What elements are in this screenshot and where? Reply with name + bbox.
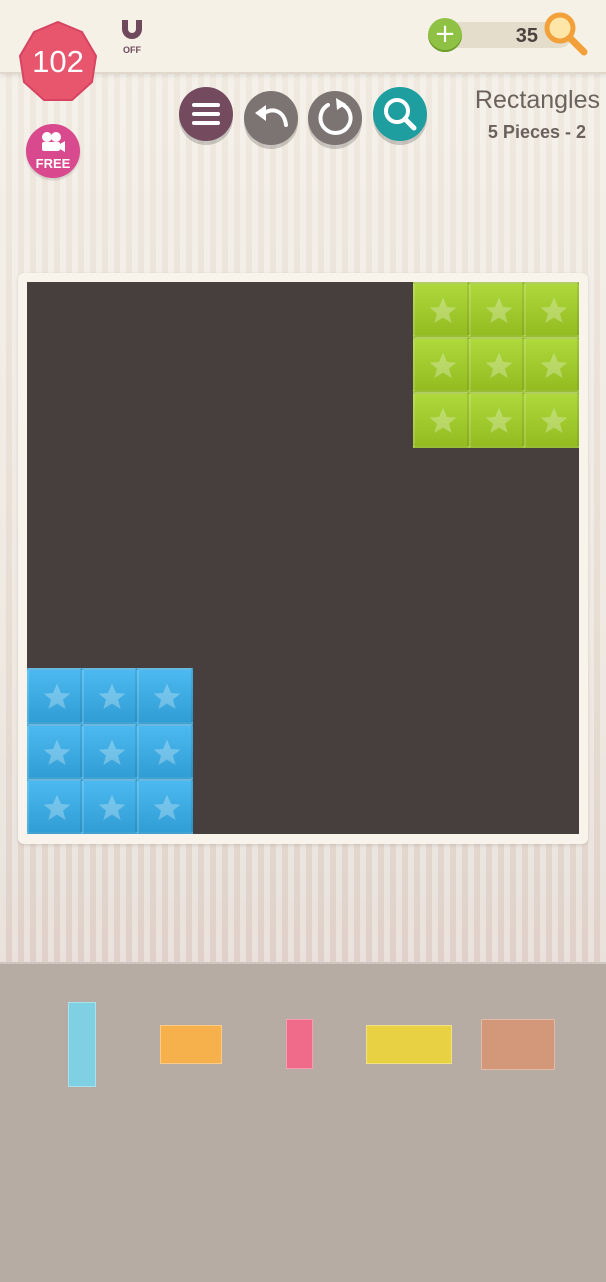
coin-counter: 35 + [428, 12, 588, 58]
star-icon [98, 684, 126, 710]
magnet-toggle[interactable]: OFF [116, 18, 148, 58]
undo-button[interactable] [244, 91, 298, 145]
piece-cell [523, 337, 579, 393]
piece-cell [137, 723, 193, 779]
piece-cell [27, 723, 83, 779]
star-icon [540, 352, 568, 379]
tray-piece-tan[interactable] [481, 1019, 555, 1070]
board-frame [18, 273, 588, 844]
puzzle-title: Rectangles [474, 86, 600, 114]
piece-cell [413, 282, 469, 338]
hamburger-icon [192, 103, 220, 125]
tray-piece-lightblue[interactable] [68, 1002, 96, 1087]
piece-cell [27, 778, 83, 834]
piece-cell [468, 337, 524, 393]
piece-cell [413, 337, 469, 393]
level-number: 102 [32, 44, 84, 79]
star-icon [540, 297, 568, 323]
restart-button[interactable] [308, 91, 362, 145]
piece-cell [468, 282, 524, 338]
piece-cell [137, 778, 193, 834]
star-icon [540, 408, 568, 434]
restart-icon [318, 98, 353, 135]
star-icon [98, 794, 126, 820]
puzzle-board[interactable] [27, 282, 579, 834]
level-badge: 102 [16, 20, 100, 104]
star-icon [485, 297, 512, 323]
magnifier-icon[interactable] [542, 10, 588, 56]
star-icon [43, 739, 71, 765]
star-icon [43, 794, 71, 820]
piece-cell [523, 282, 579, 338]
piece-cell [137, 668, 193, 724]
star-icon [485, 352, 512, 379]
piece-cell [82, 778, 138, 834]
magnet-status: OFF [123, 45, 141, 55]
piece-cell [413, 392, 469, 448]
star-icon [98, 739, 126, 765]
star-icon [430, 352, 457, 379]
video-reward-icon [42, 132, 65, 152]
magnet-icon [122, 20, 142, 39]
piece-cell [82, 668, 138, 724]
placed-blue-piece[interactable] [27, 668, 193, 834]
undo-icon [255, 105, 288, 127]
buy-coins-button[interactable]: + [428, 18, 462, 52]
star-icon [154, 794, 181, 820]
free-label: FREE [35, 156, 71, 171]
star-icon [485, 408, 512, 434]
star-icon [430, 297, 457, 323]
puzzle-subtitle: 5 Pieces - 2 [487, 122, 586, 142]
tray-piece-orange[interactable] [160, 1025, 222, 1064]
tray-piece-pink[interactable] [286, 1019, 313, 1069]
placed-green-piece[interactable] [413, 282, 579, 448]
piece-cell [468, 392, 524, 448]
star-icon [154, 684, 181, 710]
free-video-button[interactable]: FREE [26, 124, 80, 178]
piece-cell [82, 723, 138, 779]
star-icon [430, 408, 457, 434]
star-icon [43, 684, 71, 710]
menu-button[interactable] [179, 87, 233, 141]
piece-cell [523, 392, 579, 448]
piece-cell [27, 668, 83, 724]
star-icon [154, 739, 181, 765]
tray-piece-yellow[interactable] [366, 1025, 452, 1064]
coin-count: 35 [515, 25, 538, 47]
